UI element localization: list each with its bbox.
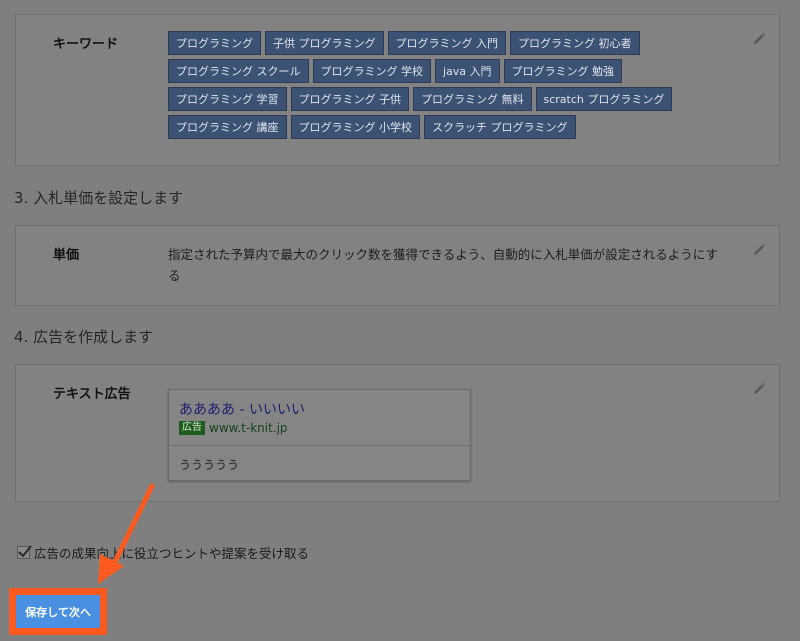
keywords-label: キーワード (53, 37, 119, 52)
keyword-chip: プログラミング 小学校 (290, 115, 420, 139)
ad-description: ううううう (179, 458, 240, 472)
opt-in-label: 広告の成果向上に役立つヒントや提案を受け取る (34, 546, 310, 561)
pencil-icon[interactable] (752, 382, 766, 396)
opt-in-row: 広告の成果向上に役立つヒントや提案を受け取る (17, 543, 309, 562)
keywords-card: キーワード プログラミング 子供 プログラミング プログラミング 入門 プログラ… (15, 14, 780, 166)
step4-heading: 4. 広告を作成します (14, 328, 154, 346)
pencil-icon[interactable] (752, 243, 766, 257)
ad-badge: 広告 (179, 421, 205, 435)
pencil-icon[interactable] (752, 32, 766, 46)
opt-in-checkbox[interactable] (17, 545, 32, 559)
keyword-chip: プログラミング 勉強 (503, 59, 623, 83)
keyword-chip-list: プログラミング 子供 プログラミング プログラミング 入門 プログラミング 初心… (168, 31, 708, 139)
text-ad-label: テキスト広告 (53, 387, 131, 402)
bid-card: 単価 指定された予算内で最大のクリック数を獲得できるよう、自動的に入札単価が設定… (15, 225, 780, 306)
ad-display-url: www.t-knit.jp (209, 421, 288, 435)
keyword-chip: プログラミング 無料 (413, 87, 532, 111)
bid-label: 単価 (53, 248, 80, 263)
ad-headline: ああああ - いいいい (179, 402, 305, 418)
keyword-chip: プログラミング 講座 (168, 115, 287, 139)
keyword-chip: プログラミング 学習 (168, 87, 287, 111)
ad-preview: ああああ - いいいい 広告 www.t-knit.jp ううううう (168, 389, 471, 481)
save-and-next-button[interactable]: 保存して次へ (16, 595, 100, 628)
keyword-chip: スクラッチ プログラミング (424, 115, 576, 139)
keyword-chip: プログラミング 初心者 (510, 31, 640, 55)
keyword-chip: プログラミング 学校 (312, 59, 431, 83)
bid-strategy-text: 指定された予算内で最大のクリック数を獲得できるよう、自動的に入札単価が設定される… (168, 247, 718, 283)
keyword-chip: java 入門 (435, 59, 500, 83)
arrow-icon (98, 483, 155, 584)
keyword-chip: プログラミング 子供 (290, 87, 409, 111)
check-icon (18, 545, 32, 558)
keyword-chip: プログラミング 入門 (387, 31, 506, 55)
keyword-chip: プログラミング (168, 31, 261, 55)
keyword-chip: scratch プログラミング (535, 87, 673, 111)
step3-heading: 3. 入札単価を設定します (14, 189, 184, 207)
keyword-chip: プログラミング スクール (168, 59, 309, 83)
ad-divider (169, 445, 470, 446)
keyword-chip: 子供 プログラミング (265, 31, 384, 55)
ad-url-row: 広告 www.t-knit.jp (179, 421, 288, 435)
